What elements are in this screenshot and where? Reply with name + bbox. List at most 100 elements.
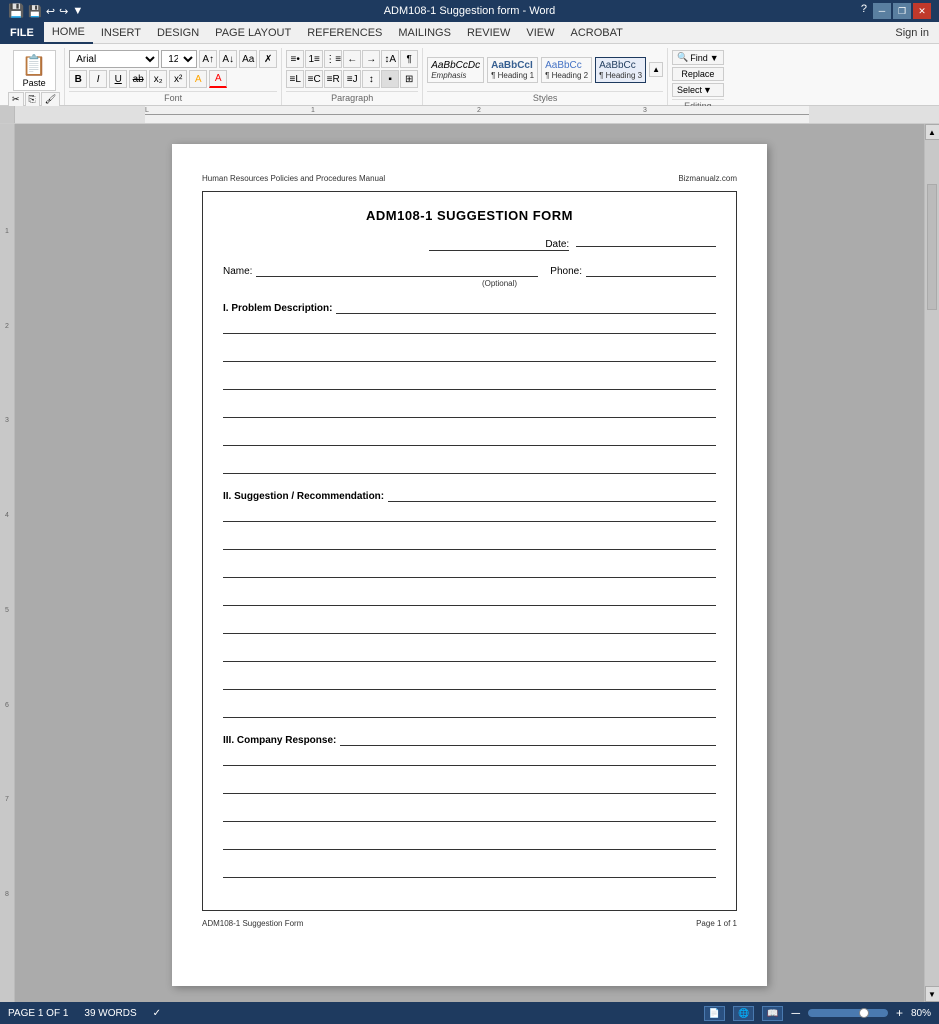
proofing-icon[interactable]: ✓ bbox=[153, 1008, 161, 1019]
bold-button[interactable]: B bbox=[69, 70, 87, 88]
write-line bbox=[223, 622, 716, 634]
heading1-style-box[interactable]: AaBbCcI ¶ Heading 1 bbox=[487, 57, 538, 83]
date-label: Date: bbox=[429, 239, 569, 251]
borders-button[interactable]: ⊞ bbox=[400, 70, 418, 88]
view-web-button[interactable]: 🌐 bbox=[733, 1006, 754, 1021]
show-paragraph-button[interactable]: ¶ bbox=[400, 50, 418, 68]
menu-review[interactable]: REVIEW bbox=[459, 22, 518, 44]
scroll-up-button[interactable]: ▲ bbox=[925, 124, 939, 140]
document-footer: ADM108-1 Suggestion Form Page 1 of 1 bbox=[202, 919, 737, 928]
clear-format-button[interactable]: ✗ bbox=[259, 50, 277, 68]
styles-scroll-up[interactable]: ▲ bbox=[649, 62, 663, 77]
close-button[interactable]: ✕ bbox=[913, 3, 931, 19]
word-count: 39 WORDS bbox=[84, 1008, 136, 1019]
footer-right: Page 1 of 1 bbox=[696, 919, 737, 928]
phone-input-line bbox=[586, 265, 716, 277]
subscript-button[interactable]: x₂ bbox=[149, 70, 167, 88]
section1-lines bbox=[223, 322, 716, 474]
font-size-select[interactable]: 12 bbox=[161, 50, 197, 68]
strikethrough-button[interactable]: ab bbox=[129, 70, 147, 88]
window-controls: ? ─ ❐ ✕ bbox=[861, 3, 931, 19]
menu-home[interactable]: HOME bbox=[44, 22, 93, 44]
font-grow-button[interactable]: A↑ bbox=[199, 50, 217, 68]
copy-button[interactable]: ⎘ bbox=[25, 92, 40, 107]
cut-button[interactable]: ✂ bbox=[8, 92, 24, 107]
menu-insert[interactable]: INSERT bbox=[93, 22, 149, 44]
text-highlight-button[interactable]: A bbox=[189, 70, 207, 88]
font-shrink-button[interactable]: A↓ bbox=[219, 50, 237, 68]
document-page: Human Resources Policies and Procedures … bbox=[172, 144, 767, 986]
write-line bbox=[223, 678, 716, 690]
emphasis-style-box[interactable]: AaBbCcDc Emphasis bbox=[427, 57, 484, 83]
menu-mailings[interactable]: MAILINGS bbox=[390, 22, 459, 44]
section1-first-line: I. Problem Description: bbox=[223, 302, 716, 314]
signin-link[interactable]: Sign in bbox=[885, 24, 939, 42]
zoom-in-button[interactable]: + bbox=[896, 1006, 903, 1020]
window-title: ADM108-1 Suggestion form - Word bbox=[384, 5, 556, 17]
menu-references[interactable]: REFERENCES bbox=[299, 22, 390, 44]
footer-left: ADM108-1 Suggestion Form bbox=[202, 919, 303, 928]
section3-lines bbox=[223, 754, 716, 878]
heading3-style-box[interactable]: AaBbCc ¶ Heading 3 bbox=[595, 57, 646, 83]
align-left-button[interactable]: ≡L bbox=[286, 70, 304, 88]
quick-access-save[interactable]: 💾 bbox=[28, 5, 42, 18]
optional-note: (Optional) bbox=[223, 279, 716, 288]
italic-button[interactable]: I bbox=[89, 70, 107, 88]
paste-button[interactable]: 📋 Paste bbox=[13, 50, 56, 91]
menubar: FILE HOME INSERT DESIGN PAGE LAYOUT REFE… bbox=[0, 22, 939, 44]
page-container: Human Resources Policies and Procedures … bbox=[15, 124, 924, 1002]
menu-file[interactable]: FILE bbox=[0, 22, 44, 44]
zoom-slider[interactable] bbox=[808, 1009, 888, 1017]
zoom-out-button[interactable]: ─ bbox=[791, 1006, 800, 1020]
write-line bbox=[223, 462, 716, 474]
phone-label: Phone: bbox=[550, 266, 582, 277]
scroll-down-button[interactable]: ▼ bbox=[925, 986, 939, 1002]
sort-button[interactable]: ↕A bbox=[381, 50, 399, 68]
decrease-indent-button[interactable]: ← bbox=[343, 50, 361, 68]
view-read-button[interactable]: 📖 bbox=[762, 1006, 783, 1021]
align-right-button[interactable]: ≡R bbox=[324, 70, 342, 88]
section1-label: I. Problem Description: bbox=[223, 303, 332, 314]
increase-indent-button[interactable]: → bbox=[362, 50, 380, 68]
menu-design[interactable]: DESIGN bbox=[149, 22, 207, 44]
restore-button[interactable]: ❐ bbox=[893, 3, 911, 19]
ruler-main: L 1 2 3 bbox=[15, 106, 939, 123]
app-icon: 💾 bbox=[8, 3, 24, 19]
quick-access-more[interactable]: ▼ bbox=[72, 5, 83, 17]
titlebar-left: 💾 💾 ↩ ↪ ▼ bbox=[8, 3, 83, 19]
line-spacing-button[interactable]: ↕ bbox=[362, 70, 380, 88]
find-button[interactable]: 🔍 Find ▼ bbox=[672, 50, 724, 65]
meta-left: Human Resources Policies and Procedures … bbox=[202, 174, 385, 183]
write-line bbox=[223, 538, 716, 550]
view-print-button[interactable]: 📄 bbox=[704, 1006, 725, 1021]
bullets-button[interactable]: ≡• bbox=[286, 50, 304, 68]
phone-field: Phone: bbox=[550, 265, 716, 277]
change-case-button[interactable]: Aa bbox=[239, 50, 257, 68]
justify-button[interactable]: ≡J bbox=[343, 70, 361, 88]
shading-button[interactable]: ▪ bbox=[381, 70, 399, 88]
numbering-button[interactable]: 1≡ bbox=[305, 50, 323, 68]
heading2-style-box[interactable]: AaBbCc ¶ Heading 2 bbox=[541, 57, 592, 83]
date-field bbox=[576, 246, 716, 247]
menu-page-layout[interactable]: PAGE LAYOUT bbox=[207, 22, 299, 44]
quick-access-redo[interactable]: ↪ bbox=[59, 5, 68, 18]
font-name-select[interactable]: Arial bbox=[69, 50, 159, 68]
statusbar: PAGE 1 OF 1 39 WORDS ✓ 📄 🌐 📖 ─ + 80% bbox=[0, 1002, 939, 1024]
select-button[interactable]: Select▼ bbox=[672, 83, 724, 97]
font-color-button[interactable]: A bbox=[209, 70, 227, 88]
section2-label: II. Suggestion / Recommendation: bbox=[223, 491, 384, 502]
format-painter-button[interactable]: 🖌 bbox=[41, 92, 60, 107]
superscript-button[interactable]: x² bbox=[169, 70, 187, 88]
side-ruler: 1 2 3 4 5 6 7 8 bbox=[0, 124, 15, 1002]
section2-first-line: II. Suggestion / Recommendation: bbox=[223, 490, 716, 502]
menu-view[interactable]: VIEW bbox=[518, 22, 562, 44]
menu-acrobat[interactable]: ACROBAT bbox=[562, 22, 630, 44]
help-icon[interactable]: ? bbox=[861, 3, 867, 19]
quick-access-undo[interactable]: ↩ bbox=[46, 5, 55, 18]
align-center-button[interactable]: ≡C bbox=[305, 70, 323, 88]
multilevel-button[interactable]: ⋮≡ bbox=[324, 50, 342, 68]
replace-button[interactable]: Replace bbox=[672, 67, 724, 81]
write-line bbox=[223, 594, 716, 606]
underline-button[interactable]: U bbox=[109, 70, 127, 88]
minimize-button[interactable]: ─ bbox=[873, 3, 891, 19]
